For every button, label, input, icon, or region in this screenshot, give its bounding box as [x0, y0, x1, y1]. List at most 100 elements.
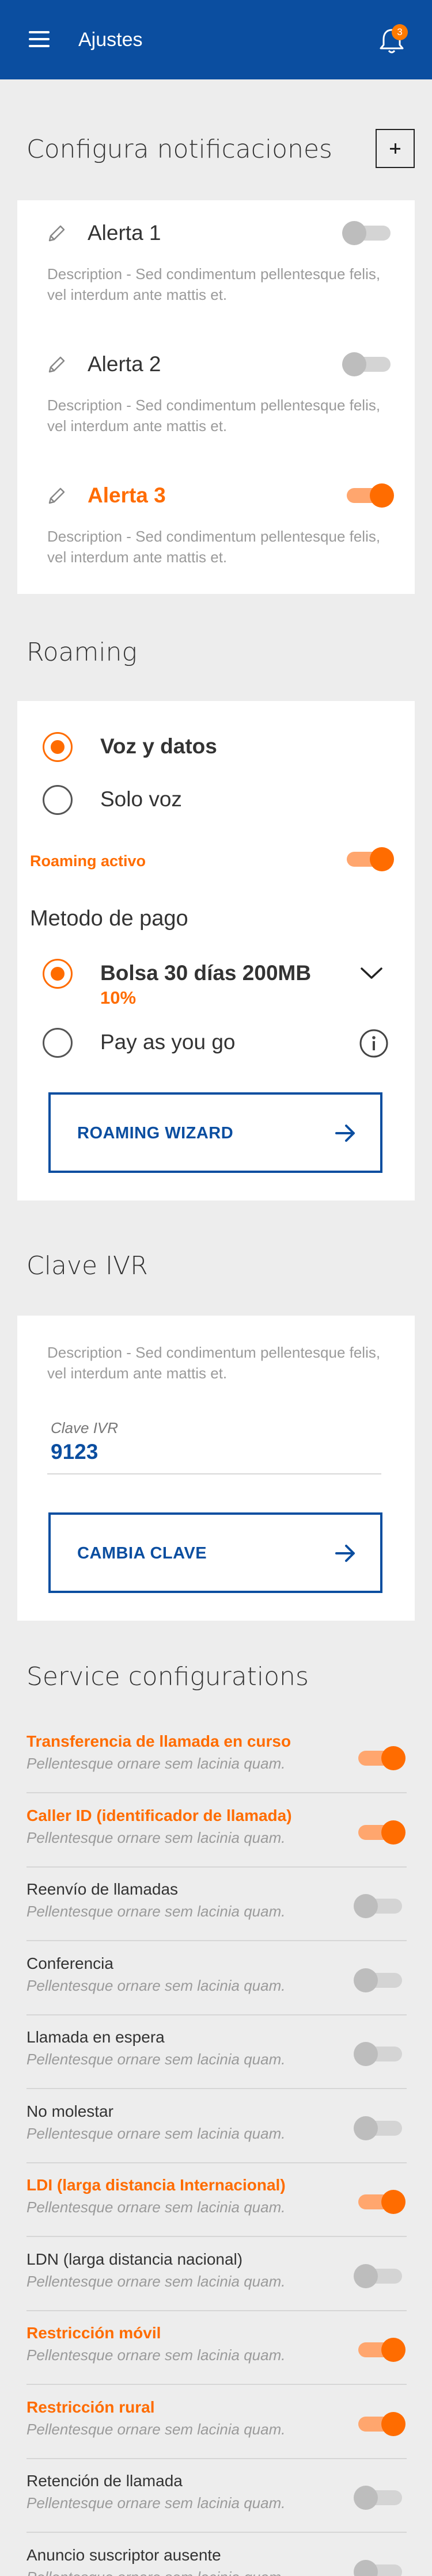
service-toggle[interactable]	[354, 1966, 406, 1995]
service-toggle[interactable]	[354, 2410, 406, 2438]
service-title: Llamada en espera	[26, 2028, 165, 2046]
notifications-title: Configura notificaciones	[26, 135, 332, 164]
notifications-button[interactable]: 3	[378, 24, 408, 55]
alert-row: Alerta 2 Description - Sed condimentum p…	[17, 331, 415, 447]
service-title: Caller ID (identificador de llamada)	[26, 1807, 292, 1824]
alert-description: Description - Sed condimentum pellentesq…	[47, 528, 381, 566]
service-description: Pellentesque ornare sem lacinia quam.	[26, 2421, 286, 2438]
radio-label: Bolsa 30 días 200MB	[100, 961, 312, 985]
notification-badge: 3	[392, 24, 408, 40]
roaming-active-label: Roaming activo	[30, 852, 146, 870]
service-toggle[interactable]	[354, 1744, 406, 1773]
services-title: Service configurations	[26, 1662, 309, 1691]
pencil-icon[interactable]	[46, 223, 67, 244]
service-description: Pellentesque ornare sem lacinia quam.	[26, 2346, 286, 2364]
service-row: LDN (larga distancia nacional) Pellentesq…	[26, 2249, 407, 2312]
service-toggle[interactable]	[354, 1818, 406, 1847]
service-title: Reenvío de llamadas	[26, 1880, 179, 1898]
ivr-field-label: Clave IVR	[51, 1419, 119, 1436]
service-title: Restricción móvil	[26, 2324, 161, 2342]
service-description: Pellentesque ornare sem lacinia quam.	[26, 2051, 286, 2068]
alert-toggle[interactable]	[342, 350, 394, 379]
service-description: Pellentesque ornare sem lacinia quam.	[26, 1903, 286, 1920]
ivr-field-value[interactable]: 9123	[51, 1439, 98, 1465]
radio-label: Voz y datos	[100, 734, 217, 758]
service-toggle[interactable]	[354, 2114, 406, 2143]
row-divider	[26, 2310, 407, 2311]
radio-voz-y-datos[interactable]	[43, 732, 73, 762]
pencil-icon[interactable]	[46, 486, 67, 506]
cambia-clave-button[interactable]: CAMBIA CLAVE	[48, 1512, 382, 1593]
service-row: Reenvío de llamadas Pellentesque ornare s…	[26, 1879, 407, 1942]
menu-icon[interactable]	[29, 31, 50, 47]
arrow-right-icon	[335, 1125, 355, 1142]
roaming-wizard-button[interactable]: ROAMING WIZARD	[48, 1092, 382, 1173]
service-row: No molestar Pellentesque ornare sem lacin…	[26, 2101, 407, 2165]
service-title: Conferencia	[26, 1954, 113, 1972]
service-title: Retención de llamada	[26, 2472, 183, 2490]
service-row: Caller ID (identificador de llamada) Pell…	[26, 1805, 407, 1869]
alert-title: Alerta 1	[88, 221, 161, 245]
service-row: Anuncio suscriptor ausente Pellentesque o…	[26, 2545, 407, 2576]
service-title: Restricción rural	[26, 2398, 155, 2416]
alerts-card: Alerta 1 Description - Sed condimentum p…	[17, 200, 415, 594]
arrow-right-icon	[335, 1545, 355, 1562]
bolsa-percentage: 10%	[100, 988, 137, 1008]
row-divider	[26, 1866, 407, 1868]
service-description: Pellentesque ornare sem lacinia quam.	[26, 1977, 286, 1994]
service-title: No molestar	[26, 2102, 113, 2120]
service-toggle[interactable]	[354, 2040, 406, 2068]
alert-row: Alerta 3 Description - Sed condimentum p…	[17, 463, 415, 578]
service-toggle[interactable]	[354, 2558, 406, 2576]
service-description: Pellentesque ornare sem lacinia quam.	[26, 2125, 286, 2142]
service-toggle[interactable]	[354, 2262, 406, 2291]
service-title: Transferencia de llamada en curso	[26, 1732, 291, 1750]
radio-label: Solo voz	[100, 787, 182, 811]
service-description: Pellentesque ornare sem lacinia quam.	[26, 2273, 286, 2290]
service-toggle[interactable]	[354, 2188, 406, 2216]
row-divider	[26, 2532, 407, 2533]
service-toggle[interactable]	[354, 2483, 406, 2512]
roaming-active-toggle[interactable]	[342, 845, 394, 874]
service-title: LDN (larga distancia nacional)	[26, 2250, 243, 2268]
alert-description: Description - Sed condimentum pellentesq…	[47, 397, 381, 435]
service-toggle[interactable]	[354, 2335, 406, 2364]
service-row: Conferencia Pellentesque ornare sem lacin…	[26, 1953, 407, 2017]
service-title: LDI (larga distancia Internacional)	[26, 2176, 286, 2194]
service-row: Restricción rural Pellentesque ornare sem…	[26, 2397, 407, 2460]
pencil-icon[interactable]	[46, 355, 67, 375]
service-description: Pellentesque ornare sem lacinia quam.	[26, 1755, 286, 1772]
roaming-title: Roaming	[26, 638, 137, 667]
row-divider	[26, 1940, 407, 1941]
payment-method-title: Metodo de pago	[30, 906, 188, 931]
alert-toggle[interactable]	[342, 219, 394, 247]
alert-toggle[interactable]	[342, 481, 394, 510]
service-toggle[interactable]	[354, 1892, 406, 1920]
row-divider	[26, 2384, 407, 2385]
ivr-field-underline	[47, 1473, 381, 1474]
radio-label: Pay as you go	[100, 1030, 236, 1054]
service-title: Anuncio suscriptor ausente	[26, 2546, 221, 2564]
cambia-clave-label: CAMBIA CLAVE	[77, 1544, 207, 1563]
radio-solo-voz[interactable]	[43, 785, 73, 815]
ivr-title: Clave IVR	[26, 1251, 148, 1281]
alert-title: Alerta 2	[88, 352, 161, 376]
alert-description: Description - Sed condimentum pellentesq…	[47, 265, 381, 303]
chevron-down-icon[interactable]	[358, 963, 385, 983]
service-row: Restricción móvil Pellentesque ornare sem…	[26, 2323, 407, 2386]
radio-pay-as-you-go[interactable]	[43, 1028, 73, 1058]
row-divider	[26, 1792, 407, 1793]
alert-row: Alerta 1 Description - Sed condimentum p…	[17, 200, 415, 315]
row-divider	[26, 2014, 407, 2015]
row-divider	[26, 2236, 407, 2237]
ivr-description: Description - Sed condimentum pellentesq…	[47, 1344, 381, 1382]
service-description: Pellentesque ornare sem lacinia quam.	[26, 2567, 285, 2576]
service-row: Retención de llamada Pellentesque ornare …	[26, 2471, 407, 2534]
add-alert-button[interactable]	[376, 129, 415, 168]
roaming-wizard-label: ROAMING WIZARD	[77, 1124, 234, 1142]
radio-bolsa[interactable]	[43, 959, 73, 989]
row-divider	[26, 2458, 407, 2459]
service-description: Pellentesque ornare sem lacinia quam.	[26, 1829, 286, 1846]
service-description: Pellentesque ornare sem lacinia quam.	[26, 2494, 286, 2512]
info-icon[interactable]	[358, 1028, 389, 1059]
